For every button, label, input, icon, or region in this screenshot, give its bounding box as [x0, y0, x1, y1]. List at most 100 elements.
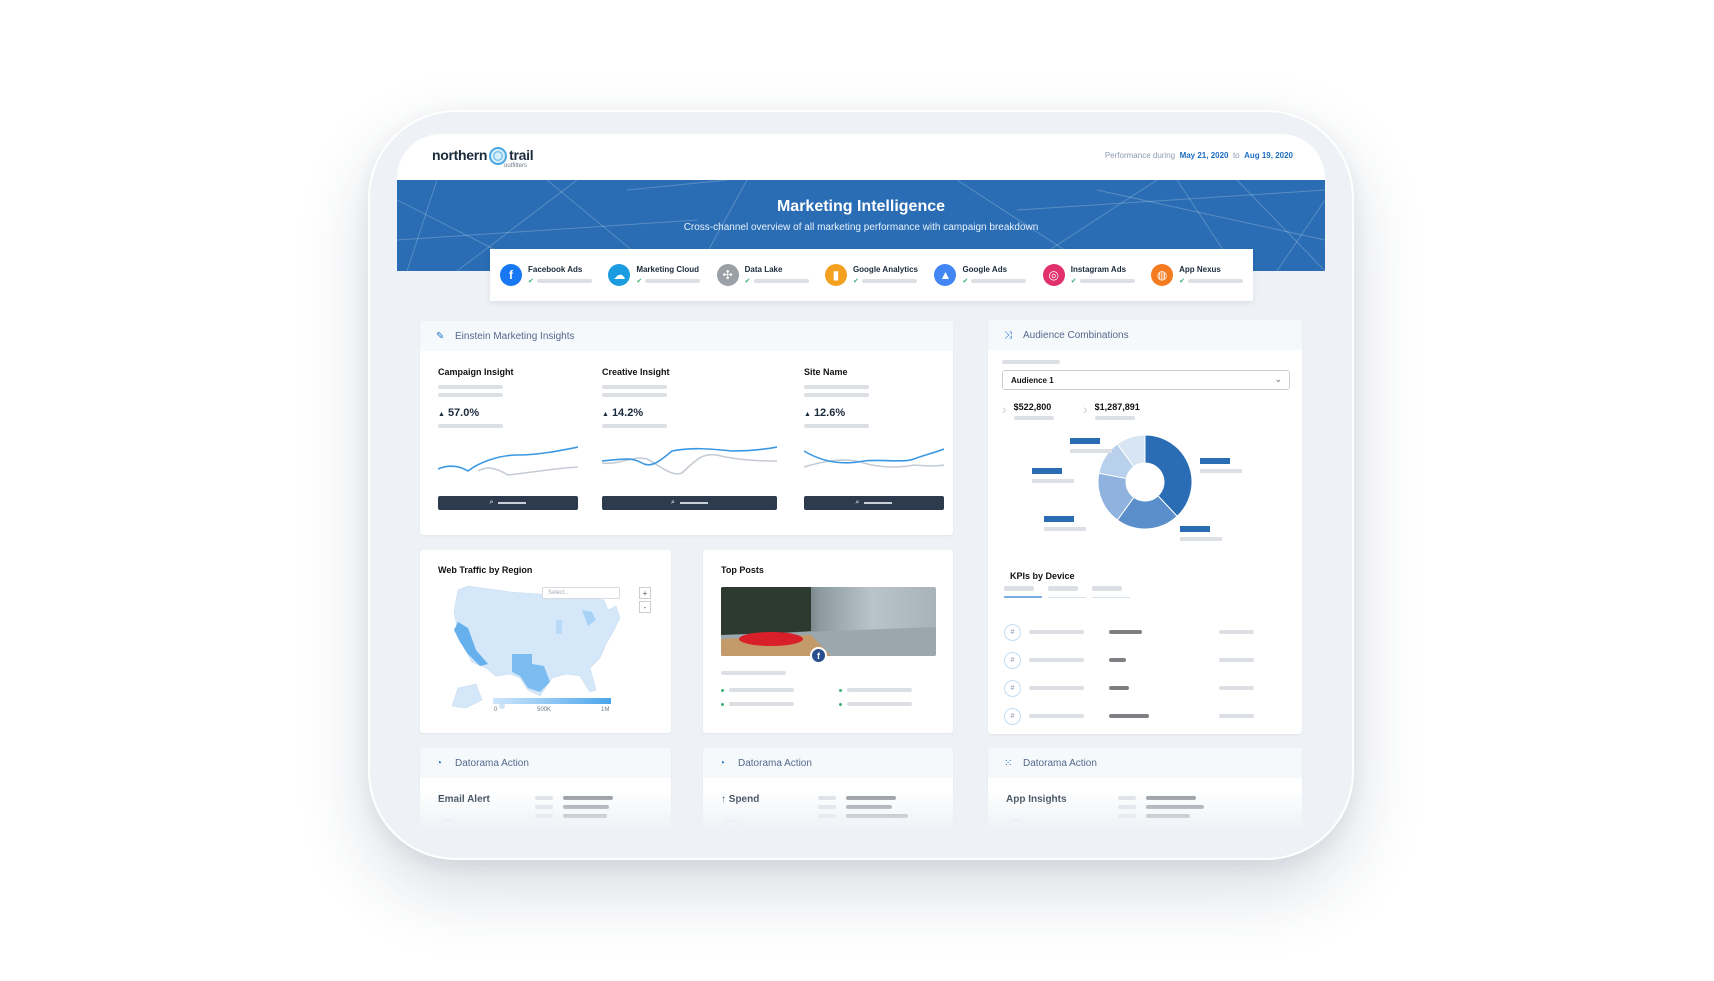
insight-column: Campaign Insight ▲ 57.0% — [438, 367, 514, 428]
placeholder-line — [971, 279, 1027, 283]
data-source-connectors: f Facebook Ads ✔ ☁ Marketing Cloud ✔ ✣ Dat… — [490, 249, 1253, 301]
connector-marketing-cloud[interactable]: ☁ Marketing Cloud ✔ — [608, 264, 701, 286]
card-header: ◔ Datorama Action — [703, 748, 953, 778]
hash-icon: # — [1004, 679, 1021, 697]
check-icon: ✔ — [528, 278, 534, 285]
kpi-row[interactable]: # — [1004, 679, 1254, 697]
salesforce-cloud-icon: ☁ — [608, 264, 631, 286]
placeholder-line — [1079, 279, 1135, 283]
placeholder-line — [1029, 630, 1084, 634]
legend-tick: 0 — [494, 707, 498, 713]
post-stat — [839, 688, 912, 692]
post-image-scene — [721, 587, 936, 656]
insight-change: ▲ 12.6% — [804, 407, 846, 419]
insight-label: Creative Insight — [602, 367, 670, 377]
check-icon: ✔ — [852, 278, 859, 285]
kpi-value-bar — [1109, 686, 1129, 690]
placeholder-line — [1013, 416, 1054, 420]
start-date[interactable]: May 21, 2020 — [1180, 151, 1229, 160]
card-header: ⁙ Datorama Action — [988, 748, 1302, 778]
sparkline-baseline — [602, 453, 777, 475]
placeholder-line — [753, 279, 809, 283]
page-title: Marketing Intelligence — [776, 198, 946, 215]
placeholder-line — [861, 279, 917, 283]
kpi-title: KPIs by Device — [1010, 571, 1075, 581]
donut-label — [1044, 516, 1086, 531]
placeholder-line — [602, 385, 667, 389]
northern-trail-logo[interactable]: northern trail outfitters — [432, 147, 534, 169]
metric-value: $1,287,891 — [1094, 402, 1140, 412]
check-icon: ✔ — [744, 278, 751, 285]
placeholder-line — [804, 424, 869, 428]
datorama-grid-icon: ⁙ — [1004, 757, 1013, 769]
explore-insight-button[interactable]: ⌕ — [804, 496, 944, 510]
app-nexus-icon: ◍ — [1151, 264, 1174, 286]
explore-insight-button[interactable]: ⌕ — [438, 496, 578, 510]
hash-icon: # — [1004, 707, 1021, 725]
card-title: Datorama Action — [738, 757, 812, 769]
insight-label: Campaign Insight — [438, 367, 514, 377]
us-choropleth-map[interactable] — [420, 550, 671, 733]
connector-label: Facebook Ads — [528, 265, 583, 274]
card-title: Datorama Action — [455, 757, 529, 769]
insight-label: Site Name — [804, 367, 848, 377]
illinois-region — [556, 620, 562, 634]
audience-select[interactable]: Audience 1 ⌄ — [1002, 370, 1290, 390]
top-posts-card: Top Posts f — [703, 550, 953, 733]
placeholder-line — [1029, 658, 1084, 662]
insight-change: ▲ 57.0% — [438, 407, 480, 419]
post-image[interactable] — [721, 587, 936, 656]
post-stat — [721, 702, 794, 706]
check-icon: ✔ — [962, 278, 969, 285]
placeholder-line — [536, 279, 592, 283]
trend-up-icon: ▲ — [438, 411, 445, 418]
web-traffic-card: Web Traffic by Region Select.. + - 0 500… — [420, 550, 671, 733]
insight-column: Creative Insight ▲ 14.2% — [602, 367, 670, 428]
datorama-icon: ◔ — [436, 757, 443, 769]
page-subtitle: Cross-channel overview of all marketing … — [683, 222, 1039, 233]
card-title: Einstein Marketing Insights — [455, 330, 575, 342]
chevron-right-icon: › — [1002, 401, 1007, 417]
kpi-row[interactable]: # — [1004, 651, 1254, 669]
metric-2: › $1,287,891 — [1083, 402, 1140, 420]
kpi-tab-3[interactable] — [1092, 586, 1130, 598]
connector-app-nexus[interactable]: ◍ App Nexus ✔ — [1151, 264, 1243, 286]
connector-label: Data Lake — [744, 265, 783, 274]
connector-instagram-ads[interactable]: ◎ Instagram Ads ✔ — [1042, 264, 1135, 286]
map-zoom-out-button[interactable]: - — [639, 601, 651, 613]
connector-label: Marketing Cloud — [636, 265, 699, 274]
map-legend-gradient — [493, 698, 611, 704]
metric-value: $522,800 — [1013, 402, 1052, 412]
card-header: ⤨ Audience Combinations — [988, 320, 1302, 350]
map-zoom-in-button[interactable]: + — [639, 587, 651, 599]
donut-label — [1180, 526, 1222, 541]
end-date[interactable]: Aug 19, 2020 — [1244, 151, 1293, 160]
logo-subtitle: outfitters — [504, 163, 528, 169]
post-stat — [839, 702, 912, 706]
google-analytics-icon: ▮ — [824, 264, 847, 286]
check-icon: ✔ — [1179, 278, 1185, 285]
connector-google-ads[interactable]: ▲ Google Ads ✔ — [934, 264, 1027, 286]
explore-insight-button[interactable]: ⌕ — [602, 496, 777, 510]
search-icon: ⌕ — [855, 499, 860, 506]
kpi-tab-2[interactable] — [1048, 586, 1086, 598]
facebook-icon: f — [500, 264, 522, 286]
logo-word-northern: northern — [432, 147, 488, 163]
performance-range: Performance during May 21, 2020 to Aug 1… — [1105, 151, 1293, 160]
placeholder-line — [1094, 416, 1135, 420]
connector-facebook-ads[interactable]: f Facebook Ads ✔ — [500, 264, 592, 286]
kpi-tab-1[interactable] — [1004, 586, 1042, 598]
region-select[interactable]: Select.. — [542, 587, 620, 599]
connector-label: Instagram Ads — [1070, 265, 1127, 274]
placeholder-line — [721, 671, 786, 675]
insight-change: ▲ 14.2% — [602, 407, 644, 419]
card-title: Audience Combinations — [1023, 329, 1129, 341]
sparkline-series — [804, 448, 944, 464]
search-icon: ⌕ — [671, 499, 675, 506]
kpi-row[interactable]: # — [1004, 707, 1254, 725]
connector-google-analytics[interactable]: ▮ Google Analytics ✔ — [824, 264, 918, 286]
kpi-value-bar — [1109, 630, 1142, 634]
kpi-row[interactable]: # — [1004, 623, 1254, 641]
alaska-region — [451, 683, 483, 709]
connector-data-lake[interactable]: ✣ Data Lake ✔ — [716, 264, 809, 286]
